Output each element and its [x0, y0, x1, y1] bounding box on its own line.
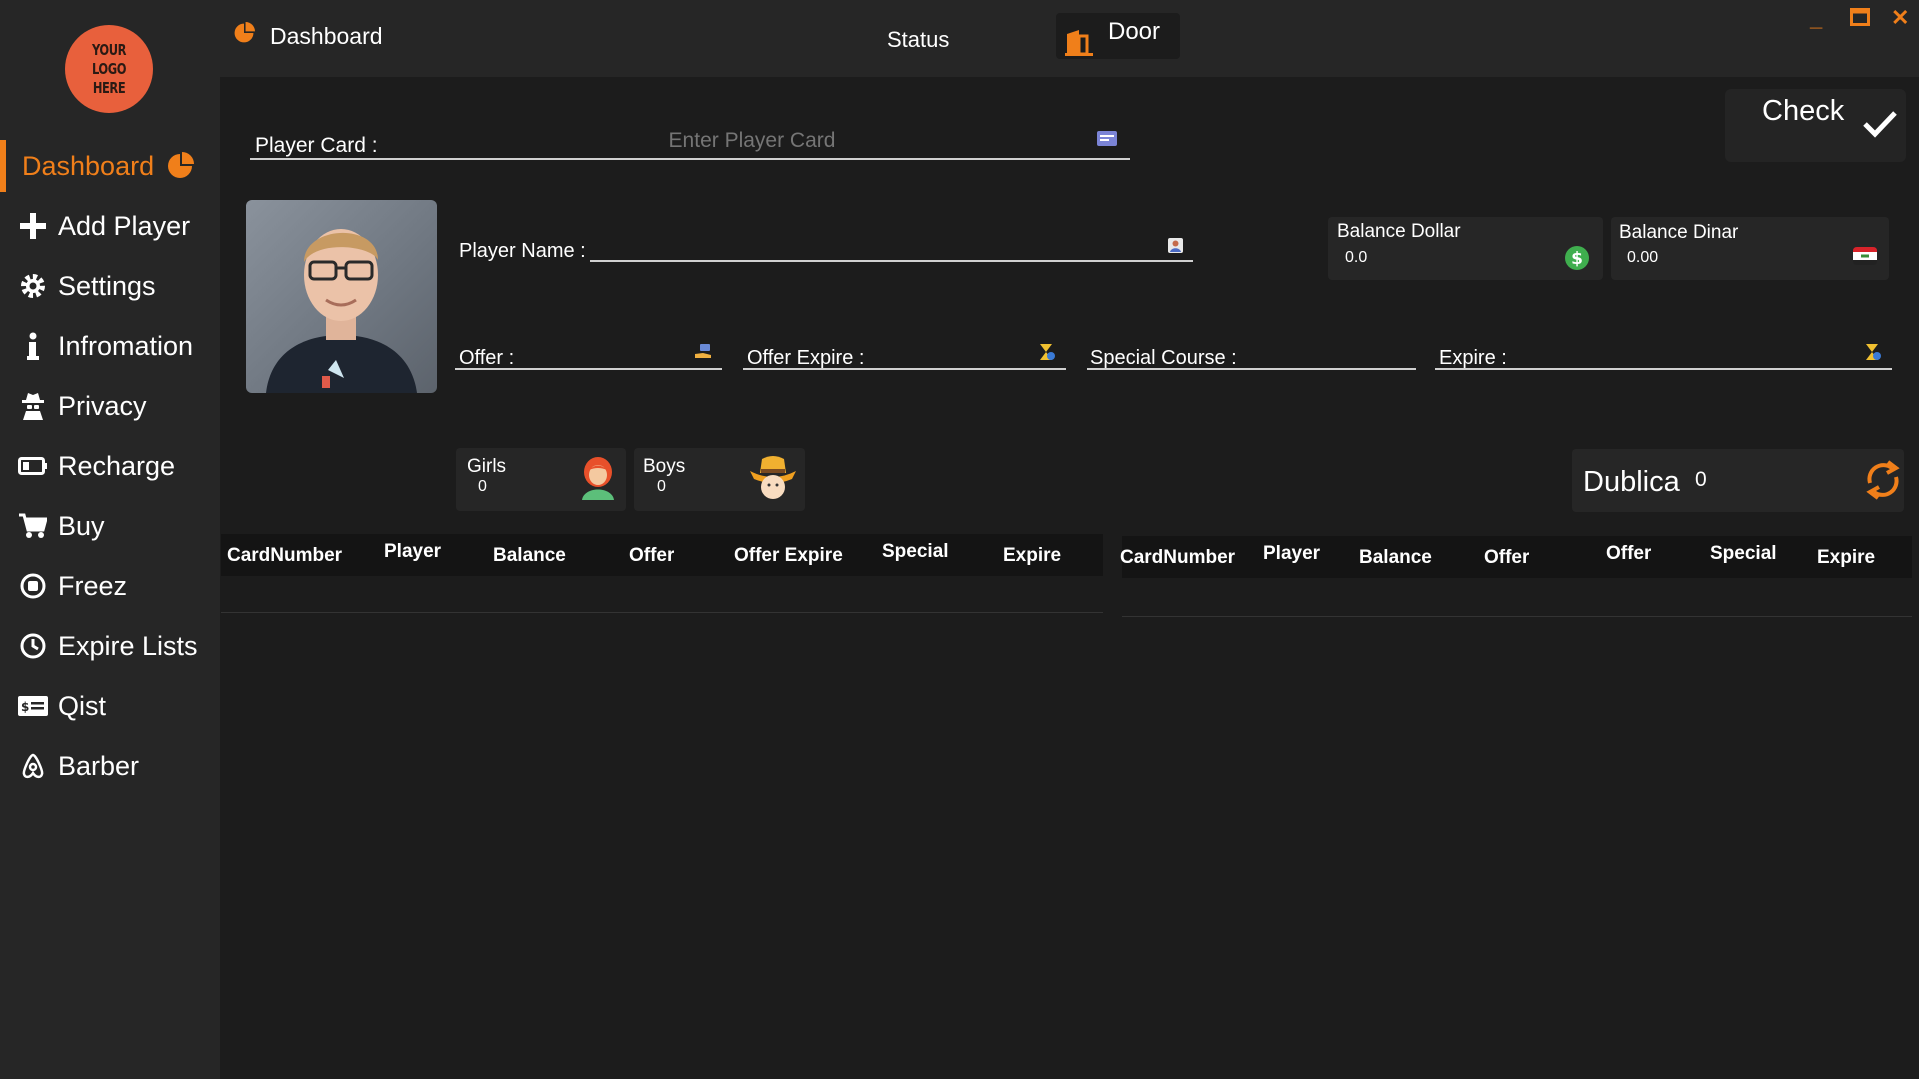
column-header[interactable]: Special	[1710, 543, 1777, 565]
logo: YOUR LOGO HERE	[65, 25, 153, 113]
girls-count: 0	[478, 478, 487, 495]
sidebar-item-label: Recharge	[58, 450, 176, 481]
special-course-field[interactable]	[1087, 368, 1416, 370]
column-header[interactable]: Expire	[1817, 547, 1875, 569]
money-card-icon: $	[18, 696, 48, 716]
iraq-flag-icon	[1852, 245, 1878, 272]
expire-label: Expire :	[1439, 347, 1507, 369]
sidebar-item-label: Infromation	[58, 330, 194, 361]
airbnb-icon	[18, 753, 48, 779]
logo-text: YOUR LOGO HERE	[91, 40, 127, 97]
sidebar-item-label: Expire Lists	[58, 630, 198, 661]
page-title: Dashboard	[270, 23, 383, 49]
column-header[interactable]: Offer Expire	[734, 545, 843, 567]
left-table-row-divider	[221, 612, 1103, 613]
hourglass-warning-icon	[1038, 343, 1056, 366]
check-label: Check	[1762, 95, 1845, 127]
sidebar-item-settings[interactable]: Settings	[0, 260, 220, 312]
sidebar-item-label: Qist	[58, 690, 107, 721]
pie-chart-icon	[166, 152, 195, 180]
sidebar-item-buy[interactable]: Buy	[0, 500, 220, 552]
sidebar-item-label: Buy	[58, 510, 105, 541]
checkmark-icon	[1862, 110, 1898, 143]
sidebar-item-infromation[interactable]: Infromation	[0, 320, 220, 372]
offer-expire-label: Offer Expire :	[747, 347, 865, 369]
column-header[interactable]: CardNumber	[227, 545, 342, 567]
sidebar-item-add-player[interactable]: Add Player	[0, 200, 220, 252]
column-header[interactable]: CardNumber	[1120, 547, 1238, 569]
sidebar-item-dashboard[interactable]: Dashboard	[0, 140, 220, 192]
offer-field[interactable]	[455, 368, 722, 370]
svg-text:$: $	[1571, 249, 1583, 269]
sidebar-item-label: Settings	[58, 270, 156, 301]
sidebar-item-expire-lists[interactable]: Expire Lists	[0, 620, 220, 672]
balance-dinar-label: Balance Dinar	[1619, 222, 1739, 243]
plus-icon	[18, 213, 48, 239]
balance-dinar-value: 0.00	[1627, 249, 1659, 266]
dollar-icon: $	[1564, 245, 1590, 276]
balance-dollar-label: Balance Dollar	[1337, 221, 1461, 242]
column-header[interactable]: Offer	[1484, 547, 1529, 569]
minimize-button[interactable]: _	[1810, 6, 1822, 32]
status-label[interactable]: Status	[887, 27, 949, 53]
boys-label: Boys	[643, 456, 686, 477]
close-button[interactable]: ✕	[1891, 5, 1909, 31]
sidebar-item-freez[interactable]: Freez	[0, 560, 220, 612]
sidebar-item-barber[interactable]: Barber	[0, 740, 220, 792]
clock-icon	[18, 633, 48, 659]
offer-expire-field[interactable]	[743, 368, 1066, 370]
player-card-label: Player Card :	[255, 134, 378, 157]
info-icon	[18, 332, 48, 360]
balance-dollar-value: 0.0	[1345, 249, 1368, 266]
pie-chart-icon	[233, 22, 255, 49]
id-card-icon	[1097, 131, 1117, 151]
user-id-icon	[1168, 238, 1183, 258]
spy-icon	[18, 392, 48, 420]
player-photo	[246, 200, 437, 393]
column-header[interactable]: Expire	[1003, 545, 1061, 567]
sidebar-item-label: Freez	[58, 570, 128, 601]
refresh-icon[interactable]	[1862, 459, 1904, 506]
maximize-button[interactable]	[1850, 8, 1870, 31]
column-header[interactable]: Balance	[1359, 547, 1432, 569]
left-table-header: CardNumber Player Balance Offer Offer Ex…	[221, 534, 1103, 576]
boys-count: 0	[657, 478, 666, 495]
right-table-header: CardNumber Player Balance Offer Offer Sp…	[1120, 536, 1912, 578]
player-name-field[interactable]	[590, 260, 1193, 262]
offer-hand-icon	[695, 344, 713, 365]
column-header[interactable]: Offer	[629, 545, 674, 567]
svg-text:$: $	[21, 700, 29, 714]
sidebar-item-privacy[interactable]: Privacy	[0, 380, 220, 432]
column-header[interactable]: Player	[384, 541, 441, 563]
stop-circle-icon	[18, 573, 48, 599]
column-header[interactable]: Balance	[493, 545, 566, 567]
door-icon	[1065, 30, 1093, 61]
sidebar-item-label: Barber	[58, 750, 140, 781]
offer-label: Offer :	[459, 347, 515, 369]
girls-label: Girls	[467, 456, 507, 477]
cowboy-avatar-icon	[748, 453, 798, 508]
player-card-input[interactable]	[400, 124, 1104, 158]
dublica-label: Dublica	[1583, 466, 1680, 498]
cart-icon	[18, 513, 48, 539]
battery-icon	[18, 457, 48, 475]
dublica-count: 0	[1695, 468, 1707, 491]
sidebar-item-qist[interactable]: $ Qist	[0, 680, 220, 732]
column-header[interactable]: Offer	[1606, 543, 1651, 565]
column-header[interactable]: Player	[1263, 543, 1320, 565]
player-name-label: Player Name :	[459, 240, 586, 262]
girl-avatar-icon	[578, 456, 618, 505]
player-card-underline	[250, 158, 1130, 160]
hourglass-warning-icon	[1864, 343, 1882, 366]
sidebar-item-label: Add Player	[58, 210, 191, 241]
sidebar-item-label: Privacy	[58, 390, 147, 421]
door-label: Door	[1108, 18, 1161, 45]
gear-icon	[18, 273, 48, 299]
expire-field[interactable]	[1435, 368, 1892, 370]
sidebar-item-label: Dashboard	[22, 150, 155, 181]
special-course-label: Special Course :	[1090, 347, 1237, 369]
sidebar-item-recharge[interactable]: Recharge	[0, 440, 220, 492]
right-table-row-divider	[1122, 616, 1912, 617]
column-header[interactable]: Special	[882, 541, 949, 563]
